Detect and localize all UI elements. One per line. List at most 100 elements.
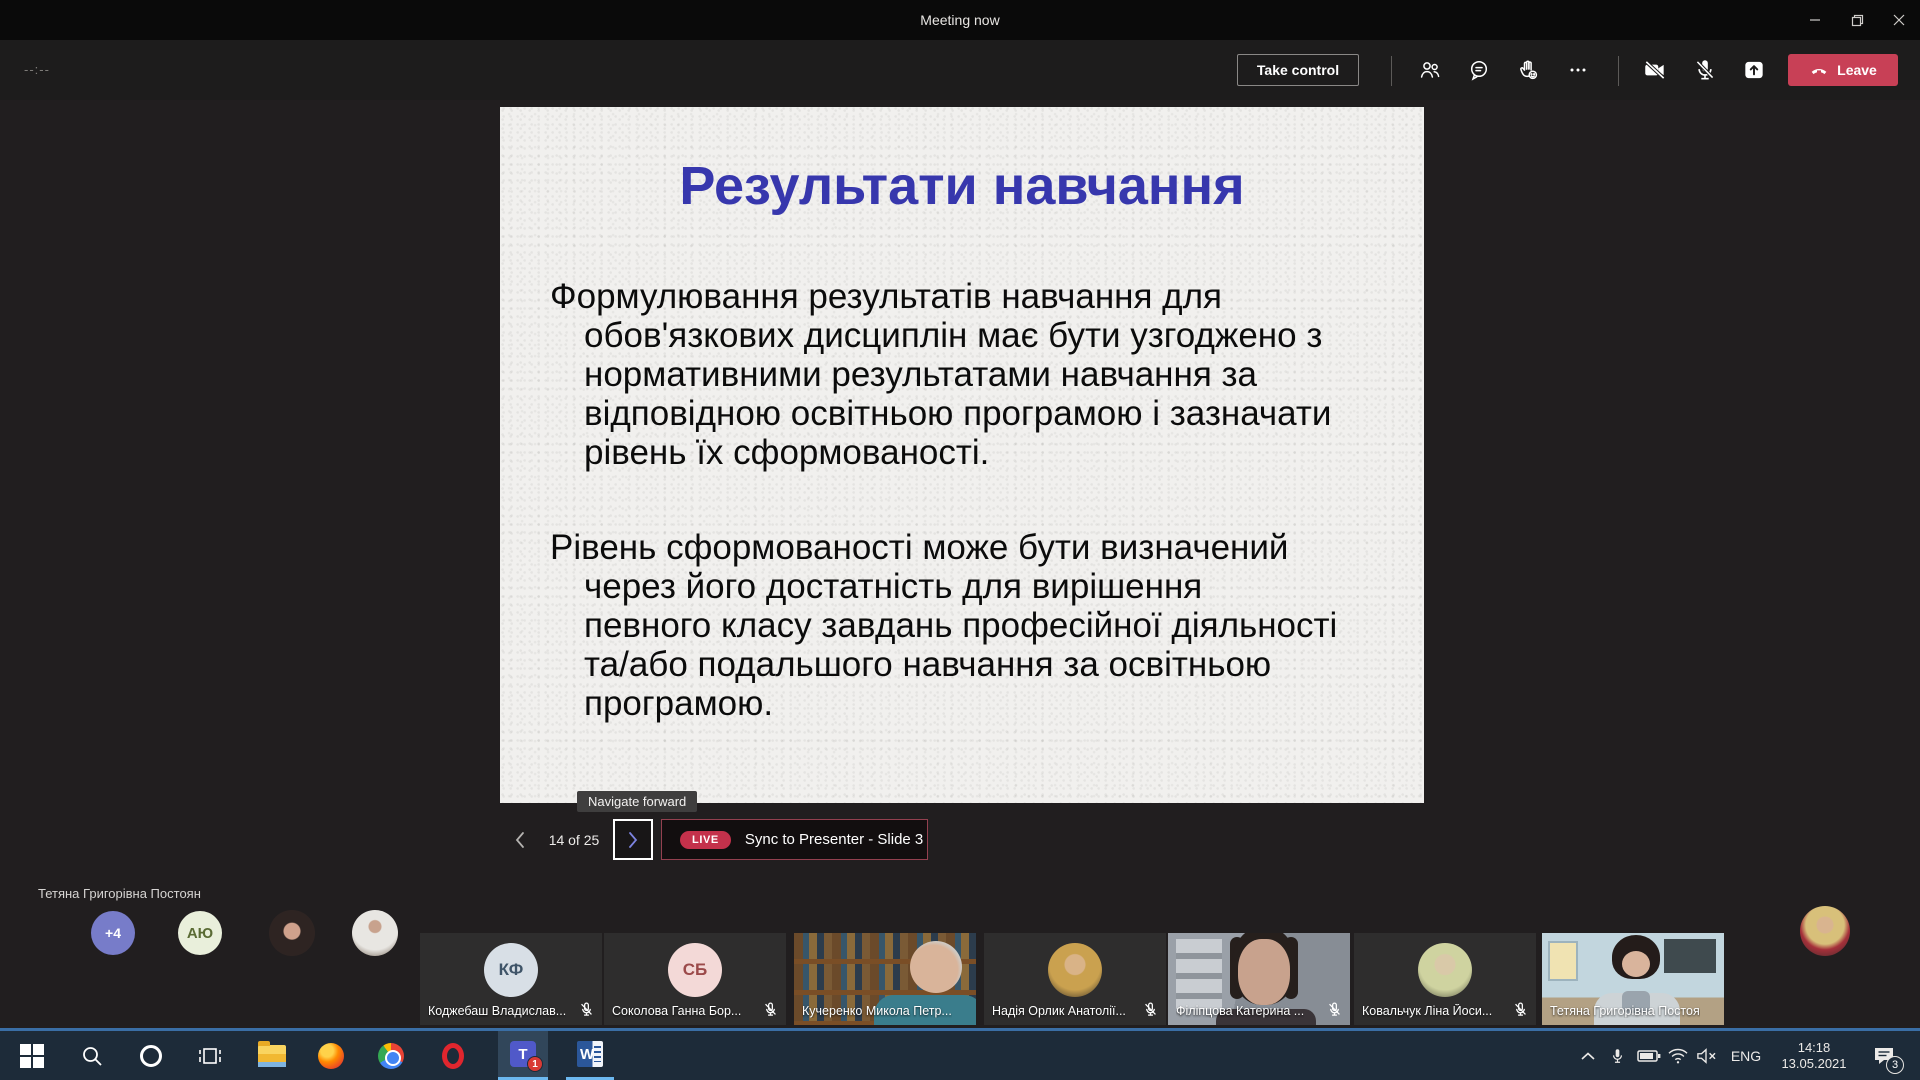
mic-muted-icon xyxy=(1512,1001,1529,1018)
slide-body: Формулювання результатів навчання для об… xyxy=(550,277,1390,723)
chat-button[interactable] xyxy=(1461,52,1497,88)
slide: Результати навчання Формулювання результ… xyxy=(500,107,1424,803)
chevron-left-icon xyxy=(512,830,528,850)
speaker-muted-icon xyxy=(1695,1047,1717,1065)
camera-off-button[interactable] xyxy=(1637,52,1673,88)
firefox-button[interactable] xyxy=(307,1031,355,1080)
restore-icon xyxy=(1851,14,1864,27)
participant-name: Філіпцова Катерина ... xyxy=(1176,1004,1304,1018)
taskbar-search-button[interactable] xyxy=(68,1031,116,1080)
slide-text-line: програмою. xyxy=(584,684,1390,723)
participant-tile[interactable]: КФ Коджебаш Владислав... xyxy=(420,933,602,1025)
mic-off-button[interactable] xyxy=(1687,52,1723,88)
participant-name: Ковальчук Ліна Йоси... xyxy=(1362,1004,1492,1018)
presentation-stage: Результати навчання Формулювання результ… xyxy=(0,100,1920,1028)
take-control-button[interactable]: Take control xyxy=(1237,54,1359,86)
participant-photo-avatar[interactable] xyxy=(1800,906,1850,956)
chevron-right-icon xyxy=(625,830,641,850)
start-button[interactable] xyxy=(8,1031,56,1080)
participant-photo xyxy=(1048,943,1102,997)
cortana-button[interactable] xyxy=(127,1031,175,1080)
word-taskbar-button[interactable]: W xyxy=(566,1031,614,1080)
slide-text-line: відповідною освітньою програмою і зазнач… xyxy=(584,394,1390,433)
leave-button[interactable]: Leave xyxy=(1788,54,1898,86)
more-options-button[interactable] xyxy=(1560,52,1596,88)
tray-wifi-indicator[interactable] xyxy=(1663,1031,1693,1080)
raise-hand-icon xyxy=(1516,58,1540,82)
restore-button[interactable] xyxy=(1836,0,1878,40)
chrome-button[interactable] xyxy=(367,1031,415,1080)
video-background xyxy=(1664,939,1716,973)
slide-text-line: через його достатність для вирішення xyxy=(584,567,1390,606)
tray-battery-indicator[interactable] xyxy=(1633,1031,1665,1080)
participant-initials: СБ xyxy=(668,943,722,997)
camera-off-icon xyxy=(1642,57,1668,83)
participant-photo-avatar[interactable] xyxy=(352,910,398,956)
video-person xyxy=(910,941,962,993)
close-button[interactable] xyxy=(1878,0,1920,40)
chat-icon xyxy=(1467,58,1491,82)
task-view-icon xyxy=(197,1044,223,1068)
mic-muted-icon xyxy=(1142,1001,1159,1018)
tray-mic-indicator[interactable] xyxy=(1602,1031,1632,1080)
minimize-button[interactable] xyxy=(1794,0,1836,40)
slide-text-line: Формулювання результатів навчання для xyxy=(550,277,1390,316)
participant-initials-avatar[interactable]: АЮ xyxy=(178,911,222,955)
notification-count-badge: 3 xyxy=(1886,1056,1904,1074)
page-indicator: 14 of 25 xyxy=(543,822,605,858)
participant-name: Соколова Ганна Бор... xyxy=(612,1004,741,1018)
navigate-forward-button[interactable] xyxy=(613,819,653,860)
sync-to-presenter-button[interactable]: LIVE Sync to Presenter - Slide 3 xyxy=(661,819,928,860)
video-background xyxy=(1548,941,1578,981)
leave-label: Leave xyxy=(1837,62,1877,78)
toolbar-divider xyxy=(1391,56,1392,86)
teams-taskbar-button[interactable]: T 1 xyxy=(498,1031,548,1080)
file-explorer-button[interactable] xyxy=(248,1031,296,1080)
slide-text-line: обов'язкових дисциплін має бути узгоджен… xyxy=(584,316,1390,355)
time: 14:18 xyxy=(1798,1040,1831,1056)
participant-tile-video[interactable]: Тетяна Григорівна Постоян xyxy=(1542,933,1724,1025)
participant-tile[interactable]: СБ Соколова Ганна Бор... xyxy=(604,933,786,1025)
mic-muted-icon xyxy=(1326,1001,1343,1018)
show-hidden-icons-button[interactable] xyxy=(1572,1031,1604,1080)
live-badge: LIVE xyxy=(680,831,731,849)
opera-button[interactable] xyxy=(429,1031,477,1080)
tray-volume-muted[interactable] xyxy=(1690,1031,1722,1080)
share-button[interactable] xyxy=(1736,52,1772,88)
participant-initials: КФ xyxy=(484,943,538,997)
close-icon xyxy=(1893,14,1905,26)
slide-text-line: нормативними результатами навчання за xyxy=(584,355,1390,394)
mic-off-icon xyxy=(1692,57,1718,83)
raise-hand-button[interactable] xyxy=(1510,52,1546,88)
opera-icon xyxy=(442,1043,464,1069)
participant-tile[interactable]: Ковальчук Ліна Йоси... xyxy=(1354,933,1536,1025)
word-icon: W xyxy=(577,1041,603,1067)
mic-muted-icon xyxy=(762,1001,779,1018)
toolbar-divider xyxy=(1618,56,1619,86)
clock[interactable]: 14:18 13.05.2021 xyxy=(1770,1031,1858,1080)
navigate-back-button[interactable] xyxy=(505,822,535,858)
minimize-icon xyxy=(1809,14,1821,26)
cortana-icon xyxy=(140,1045,162,1067)
people-icon xyxy=(1418,58,1442,82)
participant-tile-video[interactable]: Кучеренко Микола Петр... xyxy=(794,933,976,1025)
overflow-participants-avatar[interactable]: +4 xyxy=(91,911,135,955)
participant-photo-avatar[interactable] xyxy=(269,910,315,956)
search-icon xyxy=(80,1044,104,1068)
participant-tile[interactable]: Надія Орлик Анатолії... xyxy=(984,933,1166,1025)
task-view-button[interactable] xyxy=(186,1031,234,1080)
file-explorer-icon xyxy=(258,1045,286,1067)
participant-tile-video[interactable]: Філіпцова Катерина ... xyxy=(1168,933,1350,1025)
chrome-icon xyxy=(378,1043,404,1069)
slide-paragraph: Рівень сформованості може бути визначени… xyxy=(550,528,1390,723)
chevron-up-icon xyxy=(1580,1051,1596,1061)
participants-button[interactable] xyxy=(1412,52,1448,88)
action-center-button[interactable]: 3 xyxy=(1862,1031,1906,1080)
navigate-forward-tooltip: Navigate forward xyxy=(577,791,697,812)
sync-label: Sync to Presenter - Slide 3 xyxy=(745,831,923,848)
language-indicator[interactable]: ENG xyxy=(1726,1031,1766,1080)
share-tray-icon xyxy=(1741,57,1767,83)
slide-text-line: та/або подальшого навчання за освітньою xyxy=(584,645,1390,684)
slide-text-line: Рівень сформованості може бути визначени… xyxy=(550,528,1390,567)
battery-icon xyxy=(1637,1049,1661,1063)
